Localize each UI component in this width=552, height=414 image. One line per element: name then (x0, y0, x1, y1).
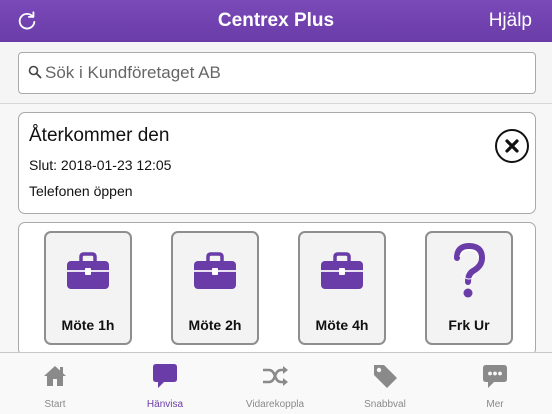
tab-bar: Start Hänvisa Vidarekoppla Snabbval Mer (0, 352, 552, 414)
status-card: Återkommer den Slut: 2018-01-23 12:05 Te… (18, 112, 536, 214)
tab-label: Start (44, 399, 66, 410)
tab-start[interactable]: Start (0, 353, 110, 414)
briefcase-icon (300, 247, 384, 295)
shortcut-label: Möte 2h (188, 317, 242, 333)
refresh-icon[interactable] (14, 8, 40, 34)
home-icon (0, 361, 110, 391)
tab-label: Hänvisa (146, 399, 184, 410)
status-phone: Telefonen öppen (29, 183, 133, 199)
navigation-bar: Centrex Plus Hjälp (0, 0, 552, 42)
shortcut-label: Möte 4h (315, 317, 369, 333)
briefcase-icon (46, 247, 130, 295)
shortcut-frk-ur-button[interactable]: Frk Ur (425, 231, 513, 345)
search-bar (0, 42, 552, 104)
shortcut-label: Frk Ur (448, 317, 490, 333)
shuffle-icon (220, 361, 330, 391)
shortcut-panel: Möte 1h Möte 2h Möte 4h Frk Ur (18, 222, 536, 356)
tab-vidarekoppla[interactable]: Vidarekoppla (220, 353, 330, 414)
tab-hanvisa[interactable]: Hänvisa (110, 353, 220, 414)
close-icon[interactable] (495, 129, 529, 163)
tab-label: Mer (486, 399, 504, 410)
help-button[interactable]: Hjälp (489, 10, 532, 32)
shortcut-mote-2h-button[interactable]: Möte 2h (171, 231, 259, 345)
shortcut-label: Möte 1h (61, 317, 115, 333)
status-end-time: Slut: 2018-01-23 12:05 (29, 157, 172, 173)
speech-bubble-icon (110, 361, 220, 391)
briefcase-icon (173, 247, 257, 295)
shortcut-mote-4h-button[interactable]: Möte 4h (298, 231, 386, 345)
tab-snabbval[interactable]: Snabbval (330, 353, 440, 414)
shortcut-mote-1h-button[interactable]: Möte 1h (44, 231, 132, 345)
search-field[interactable] (18, 52, 536, 94)
tab-label: Snabbval (364, 399, 406, 410)
page-title: Centrex Plus (217, 10, 335, 31)
search-input[interactable] (45, 59, 525, 87)
tab-label: Vidarekoppla (245, 399, 305, 410)
chat-more-icon (440, 361, 550, 391)
status-title: Återkommer den (29, 125, 170, 146)
tag-icon (330, 361, 440, 391)
main-content: Återkommer den Slut: 2018-01-23 12:05 Te… (0, 104, 552, 356)
search-icon (28, 65, 42, 84)
tab-mer[interactable]: Mer (440, 353, 550, 414)
question-mark-icon (427, 241, 511, 303)
